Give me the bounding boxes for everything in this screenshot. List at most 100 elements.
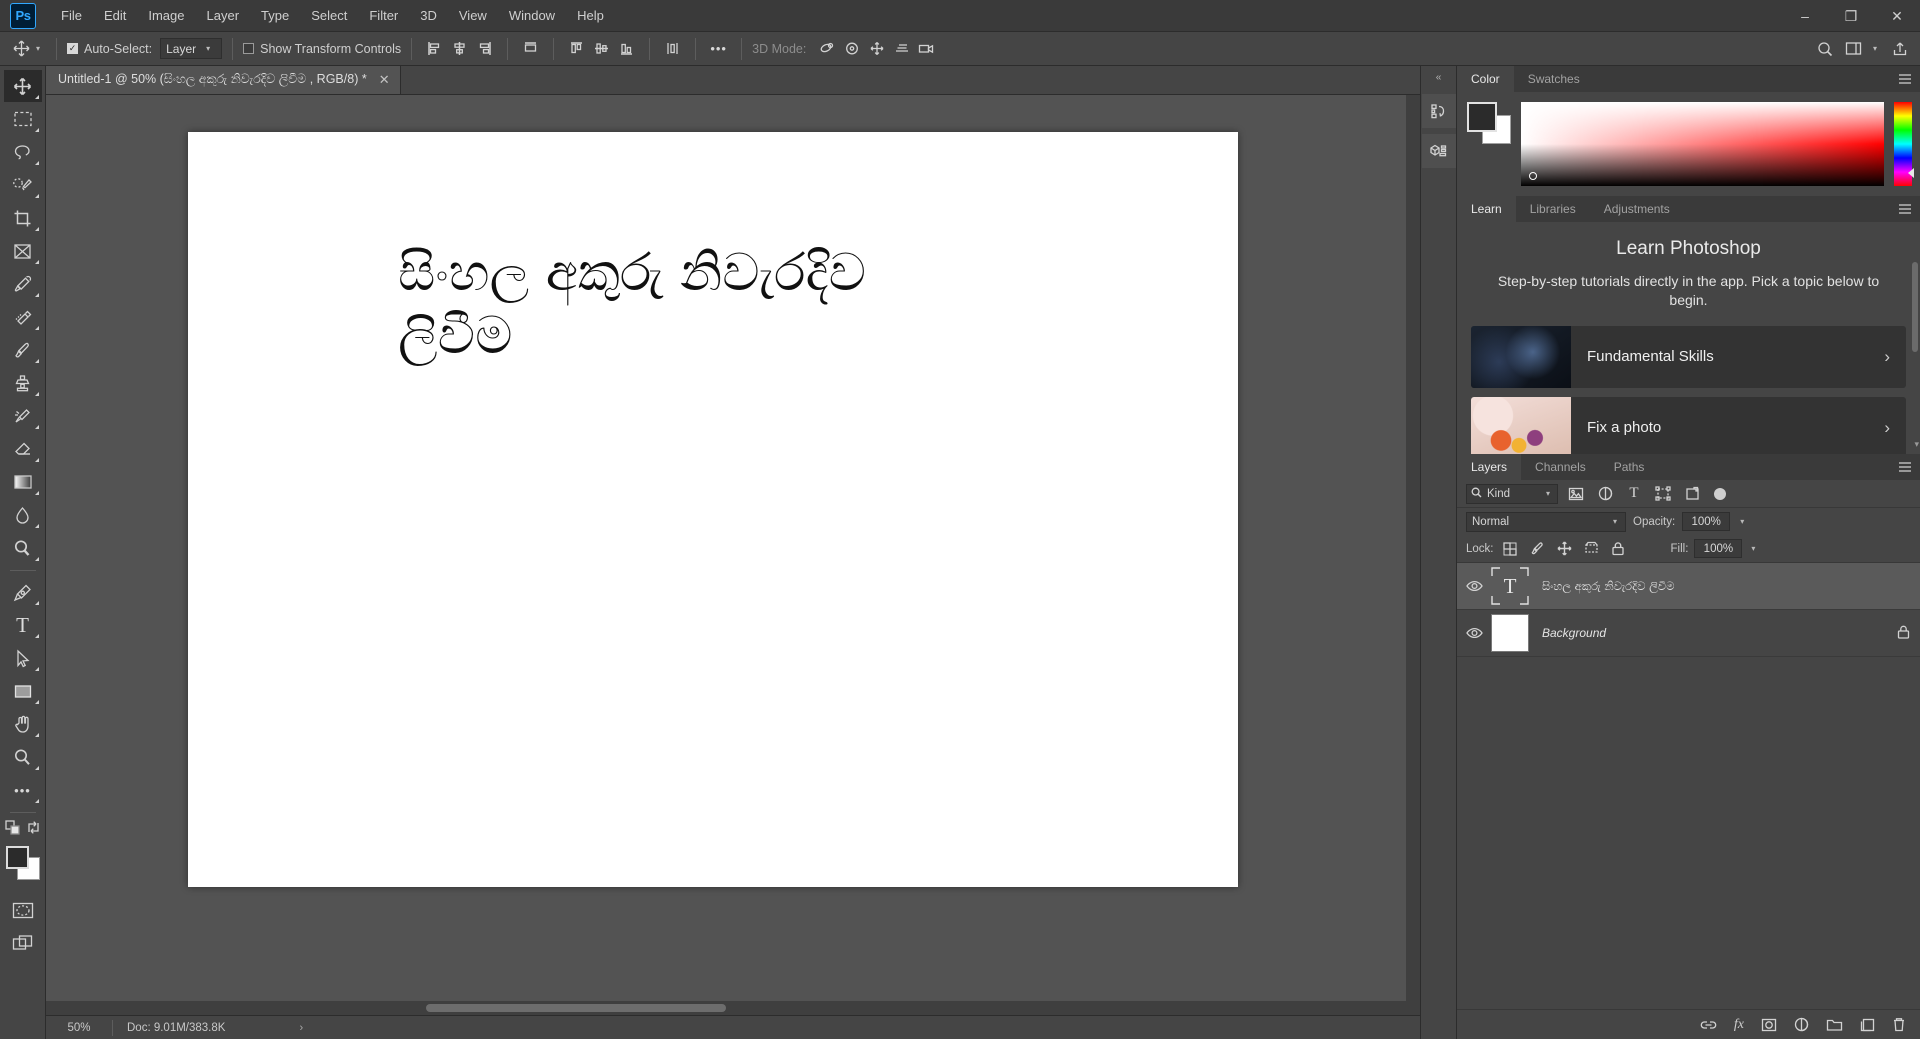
show-transform-check-icon[interactable]: [243, 43, 255, 54]
align-right-edges-button[interactable]: [472, 37, 497, 61]
filter-adjustment-icon[interactable]: [1594, 483, 1616, 505]
learn-panel-scrollbar[interactable]: [1912, 262, 1918, 352]
maximize-button[interactable]: ❐: [1828, 0, 1874, 32]
hue-slider-marker[interactable]: [1908, 168, 1914, 178]
new-group-icon[interactable]: [1826, 1018, 1843, 1032]
menu-layer[interactable]: Layer: [196, 2, 251, 29]
lasso-tool[interactable]: [4, 136, 42, 168]
align-vertical-centers-button[interactable]: [589, 37, 614, 61]
tab-color[interactable]: Color: [1457, 66, 1514, 92]
lock-position-icon[interactable]: [1554, 538, 1575, 559]
scroll-down-icon[interactable]: ▾: [1914, 439, 1919, 450]
new-adjustment-layer-icon[interactable]: [1794, 1017, 1809, 1032]
new-layer-icon[interactable]: [1860, 1018, 1875, 1032]
lock-all-icon[interactable]: [1608, 538, 1629, 559]
fill-field[interactable]: 100%: [1694, 539, 1743, 558]
move-tool-icon[interactable]: [8, 36, 34, 62]
menu-file[interactable]: File: [50, 2, 93, 29]
align-top-edges-button[interactable]: [518, 37, 543, 61]
scrollbar-thumb[interactable]: [426, 1004, 726, 1012]
zoom-level-field[interactable]: 50%: [46, 1022, 112, 1034]
menu-window[interactable]: Window: [498, 2, 566, 29]
move-tool[interactable]: [3, 70, 42, 102]
layer-filter-toggle[interactable]: [1714, 487, 1726, 500]
canvas-viewport[interactable]: සිංහල අකුරු නිවැරදිව ලිවීම: [46, 95, 1420, 1015]
quick-mask-mode-button[interactable]: [4, 894, 42, 926]
layer-filter-kind-select[interactable]: Kind ▾: [1466, 483, 1558, 504]
clone-stamp-tool[interactable]: [4, 367, 42, 399]
layer-thumbnail-background[interactable]: [1491, 614, 1529, 652]
align-left-edges-button[interactable]: [422, 37, 447, 61]
share-icon[interactable]: [1887, 37, 1912, 61]
default-colors-icon[interactable]: [4, 820, 20, 838]
frame-tool[interactable]: [4, 235, 42, 267]
lock-artboard-icon[interactable]: [1581, 538, 1602, 559]
learn-card-fundamental-skills[interactable]: Fundamental Skills ›: [1471, 325, 1906, 388]
canvas-text-layer-content[interactable]: සිංහල අකුරු නිවැරදිව ලිවීම: [398, 242, 958, 369]
link-layers-icon[interactable]: [1700, 1019, 1717, 1031]
menu-3d[interactable]: 3D: [409, 2, 448, 29]
minimize-button[interactable]: –: [1782, 0, 1828, 32]
show-transform-controls-checkbox[interactable]: Show Transform Controls: [243, 42, 401, 56]
menu-filter[interactable]: Filter: [358, 2, 409, 29]
workspace-chevron-icon[interactable]: ▾: [1873, 44, 1877, 53]
foreground-background-color-selector[interactable]: [5, 846, 40, 880]
tool-preset-chevron-icon[interactable]: ▾: [36, 44, 40, 53]
filter-smart-object-icon[interactable]: [1681, 483, 1703, 505]
filter-shape-icon[interactable]: [1652, 483, 1674, 505]
delete-layer-icon[interactable]: [1892, 1017, 1906, 1032]
auto-select-check-icon[interactable]: ✓: [67, 43, 79, 54]
menu-view[interactable]: View: [448, 2, 498, 29]
layer-name[interactable]: Background: [1529, 626, 1897, 640]
menu-type[interactable]: Type: [250, 2, 300, 29]
spot-healing-brush-tool[interactable]: [4, 301, 42, 333]
collapse-panels-icon[interactable]: «: [1421, 66, 1457, 88]
history-panel-icon[interactable]: [1421, 94, 1456, 128]
close-icon[interactable]: ✕: [377, 72, 392, 88]
tab-libraries[interactable]: Libraries: [1516, 196, 1590, 222]
screen-mode-button[interactable]: [4, 927, 42, 959]
align-vertical-top-button[interactable]: [564, 37, 589, 61]
align-bottom-edges-button[interactable]: [614, 37, 639, 61]
chevron-right-icon[interactable]: ›: [1884, 347, 1906, 367]
distribute-button[interactable]: [660, 37, 685, 61]
swap-colors-icon[interactable]: [26, 820, 41, 838]
foreground-color-swatch[interactable]: [5, 846, 29, 869]
brush-tool[interactable]: [4, 334, 42, 366]
rectangle-tool[interactable]: [4, 675, 42, 707]
panel-menu-icon[interactable]: [1898, 66, 1912, 92]
auto-select-scope-select[interactable]: Layer ▾: [160, 38, 223, 59]
chevron-down-icon[interactable]: ▾: [1610, 517, 1620, 526]
learn-card-fix-a-photo[interactable]: Fix a photo ›: [1471, 396, 1906, 454]
lock-image-pixels-icon[interactable]: [1527, 538, 1548, 559]
panel-menu-icon[interactable]: [1898, 196, 1912, 222]
workspace-switcher-icon[interactable]: [1842, 37, 1867, 61]
layer-style-fx-icon[interactable]: fx: [1734, 1017, 1744, 1033]
canvas-horizontal-scrollbar[interactable]: [46, 1001, 1406, 1015]
document-tab[interactable]: Untitled-1 @ 50% (සිංහල අකුරු නිවැරදිව ල…: [46, 65, 401, 94]
blend-mode-select[interactable]: Normal ▾: [1466, 511, 1626, 532]
path-selection-tool[interactable]: [4, 642, 42, 674]
zoom-tool[interactable]: [4, 741, 42, 773]
layer-visibility-toggle[interactable]: [1457, 627, 1491, 639]
layer-visibility-toggle[interactable]: [1457, 580, 1491, 592]
3d-panel-icon[interactable]: [1421, 134, 1456, 168]
menu-select[interactable]: Select: [300, 2, 358, 29]
menu-edit[interactable]: Edit: [93, 2, 137, 29]
hue-slider[interactable]: [1894, 102, 1914, 186]
add-layer-mask-icon[interactable]: [1761, 1018, 1777, 1032]
chevron-down-icon[interactable]: ▾: [1543, 489, 1553, 498]
layer-thumbnail-text[interactable]: T: [1491, 567, 1529, 605]
opacity-field[interactable]: 100%: [1682, 512, 1731, 531]
eraser-tool[interactable]: [4, 433, 42, 465]
history-brush-tool[interactable]: [4, 400, 42, 432]
color-ramp[interactable]: [1521, 102, 1884, 186]
more-options-button[interactable]: •••: [706, 37, 731, 61]
panel-menu-icon[interactable]: [1898, 454, 1912, 480]
tab-layers[interactable]: Layers: [1457, 454, 1522, 480]
canvas-vertical-scrollbar[interactable]: [1406, 95, 1420, 1015]
document-canvas[interactable]: සිංහල අකුරු නිවැරදිව ලිවීම: [188, 132, 1238, 887]
eyedropper-tool[interactable]: [4, 268, 42, 300]
tab-paths[interactable]: Paths: [1600, 454, 1659, 480]
auto-select-checkbox[interactable]: ✓ Auto-Select:: [67, 42, 152, 56]
